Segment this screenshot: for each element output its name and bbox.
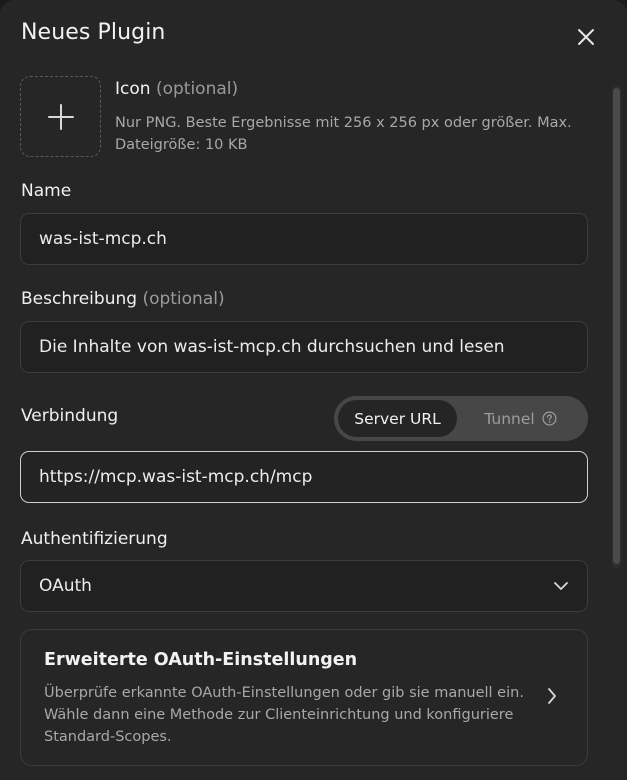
- description-input[interactable]: Die Inhalte von was-ist-mcp.ch durchsuch…: [20, 321, 588, 373]
- scrollbar-thumb[interactable]: [613, 88, 620, 564]
- name-label: Name: [21, 181, 72, 201]
- icon-hint: Nur PNG. Beste Ergebnisse mit 256 x 256 …: [115, 115, 572, 153]
- description-input-value: Die Inhalte von was-ist-mcp.ch durchsuch…: [39, 337, 505, 357]
- icon-label: Icon (optional): [115, 79, 238, 99]
- server-url-option[interactable]: Server URL: [338, 400, 457, 437]
- name-input-value: was-ist-mcp.ch: [39, 229, 167, 249]
- server-url-input-value: https://mcp.was-ist-mcp.ch/mcp: [39, 467, 313, 487]
- help-circle-icon: [542, 411, 557, 426]
- server-url-input[interactable]: https://mcp.was-ist-mcp.ch/mcp: [20, 451, 588, 503]
- description-label-text: Beschreibung: [21, 289, 138, 309]
- advanced-oauth-description: Überprüfe erkannte OAuth-Einstellungen o…: [44, 685, 524, 745]
- authentication-label: Authentifizierung: [21, 529, 168, 549]
- tunnel-option[interactable]: Tunnel: [457, 400, 584, 437]
- authentication-selected-value: OAuth: [39, 576, 92, 596]
- close-button[interactable]: [572, 23, 600, 51]
- name-input[interactable]: was-ist-mcp.ch: [20, 213, 588, 265]
- close-icon: [578, 29, 594, 45]
- connection-type-toggle: Server URL Tunnel: [334, 396, 588, 441]
- icon-label-text: Icon: [115, 79, 151, 99]
- authentication-select[interactable]: OAuth: [20, 560, 588, 612]
- new-plugin-dialog: Neues Plugin Icon (optional) Nur PNG. Be…: [0, 0, 627, 780]
- chevron-right-icon: [548, 688, 556, 704]
- icon-upload-button[interactable]: [20, 76, 101, 157]
- dialog-title: Neues Plugin: [21, 20, 166, 45]
- advanced-oauth-settings-card[interactable]: Erweiterte OAuth-Einstellungen Überprüfe…: [20, 629, 588, 766]
- icon-optional-text: (optional): [155, 79, 239, 99]
- advanced-oauth-title: Erweiterte OAuth-Einstellungen: [44, 650, 358, 670]
- scrollbar[interactable]: [612, 86, 621, 568]
- chevron-down-icon: [554, 582, 568, 590]
- description-optional-text: (optional): [142, 289, 225, 309]
- tunnel-option-label: Tunnel: [484, 409, 535, 428]
- connection-label: Verbindung: [21, 406, 119, 426]
- plus-icon: [47, 103, 74, 130]
- description-label: Beschreibung (optional): [21, 289, 225, 309]
